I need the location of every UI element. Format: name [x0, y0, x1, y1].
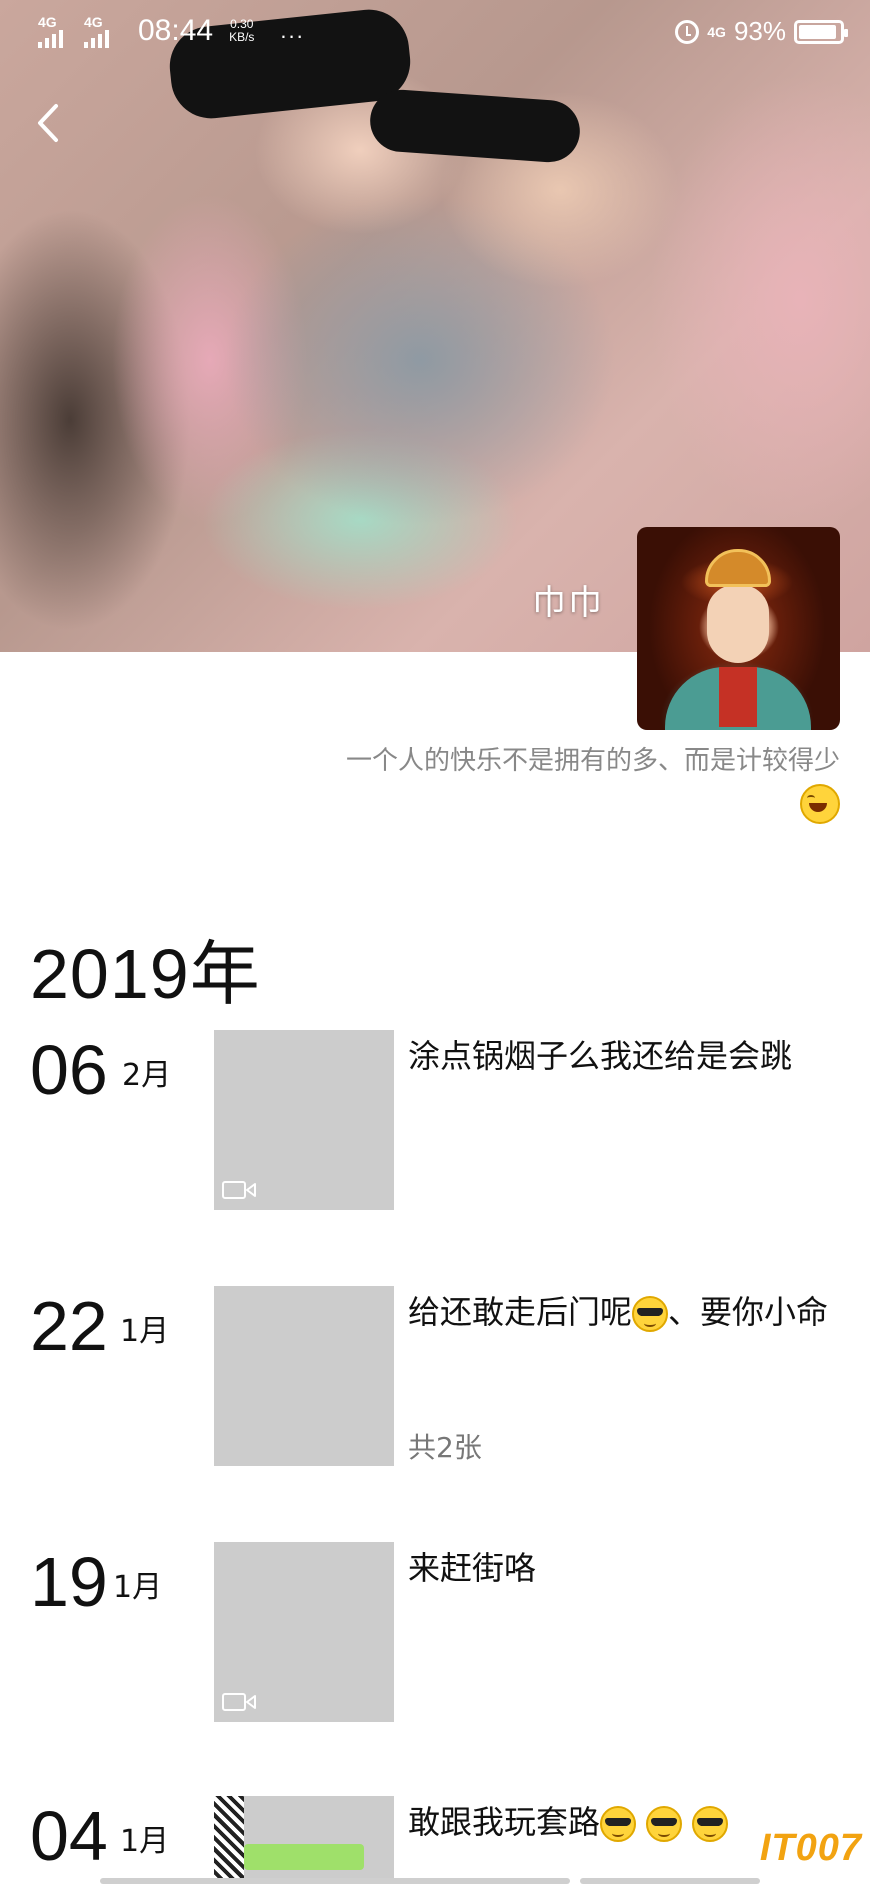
sunglasses-emoji-icon: [692, 1806, 729, 1842]
post-month: 1月: [113, 1570, 163, 1605]
battery-icon: [794, 19, 848, 44]
post-month: 1月: [120, 1314, 170, 1349]
network-type-label: 4G: [707, 23, 726, 40]
post-month: 2月: [122, 1058, 172, 1093]
more-notifications-icon: ...: [280, 18, 305, 43]
post-text: 来赶街咯: [408, 1549, 537, 1587]
post-text-part: 给还敢走后门呢: [408, 1293, 633, 1331]
profile-name: 巾巾: [532, 583, 604, 623]
network-type-label: 4G: [38, 14, 57, 30]
network-type-label: 4G: [84, 14, 103, 30]
post-month: 1月: [120, 1824, 170, 1859]
status-bar: 4G 4G 08:44 0.30 KB/s ... 4G 93%: [0, 0, 870, 70]
timeline-post[interactable]: 04 1月 敢跟我玩套路: [0, 1796, 870, 1884]
laughing-emoji-icon: [800, 784, 840, 824]
video-icon: [222, 1181, 256, 1199]
sunglasses-emoji-icon: [600, 1806, 637, 1842]
moments-page: 4G 4G 08:44 0.30 KB/s ... 4G 93% 巾巾 一个人的…: [0, 0, 870, 1884]
post-thumbnail[interactable]: [214, 1796, 394, 1884]
timeline-post[interactable]: 06 2月 涂点锅烟子么我还给是会跳: [0, 1030, 870, 1210]
sunglasses-emoji-icon: [646, 1806, 683, 1842]
post-text: 给还敢走后门呢 、要你小命: [408, 1290, 838, 1334]
year-heading: 2019年: [30, 935, 261, 1013]
signal-icon: 4G: [84, 14, 120, 48]
back-button[interactable]: [30, 98, 70, 148]
battery-percentage: 93%: [733, 16, 786, 46]
post-text-part: 敢跟我玩套路: [408, 1803, 601, 1841]
site-watermark: IT007: [759, 1827, 862, 1869]
post-text: 涂点锅烟子么我还给是会跳: [408, 1037, 793, 1075]
avatar[interactable]: [637, 527, 840, 730]
post-thumbnail[interactable]: [214, 1286, 394, 1466]
status-time: 08:44: [138, 14, 214, 47]
post-text-part: 、要你小命: [668, 1293, 829, 1331]
post-thumbnail[interactable]: [214, 1030, 394, 1210]
scroll-indicator: [0, 1876, 870, 1884]
back-arrow-icon: [38, 104, 58, 142]
timeline-post[interactable]: 22 1月 给还敢走后门呢 、要你小命 共2张: [0, 1286, 870, 1466]
signal-icon: 4G: [38, 14, 74, 48]
post-day: 19: [30, 1543, 108, 1621]
network-speed: 0.30 KB/s: [229, 18, 254, 44]
speed-unit: KB/s: [229, 30, 255, 44]
post-day: 04: [30, 1797, 108, 1875]
privacy-redaction: [368, 87, 582, 165]
speed-value: 0.30: [230, 17, 254, 31]
post-thumbnail[interactable]: [214, 1542, 394, 1722]
timeline-post[interactable]: 19 1月 来赶街咯: [0, 1542, 870, 1722]
post-day: 06: [30, 1031, 108, 1109]
signature-text: 一个人的快乐不是拥有的多、而是计较得少: [345, 746, 840, 776]
profile-signature: 一个人的快乐不是拥有的多、而是计较得少: [240, 742, 840, 824]
alarm-icon: [675, 19, 700, 44]
sunglasses-emoji-icon: [632, 1296, 669, 1332]
video-icon: [222, 1693, 256, 1711]
photo-count: 共2张: [408, 1431, 482, 1464]
post-day: 22: [30, 1287, 108, 1365]
